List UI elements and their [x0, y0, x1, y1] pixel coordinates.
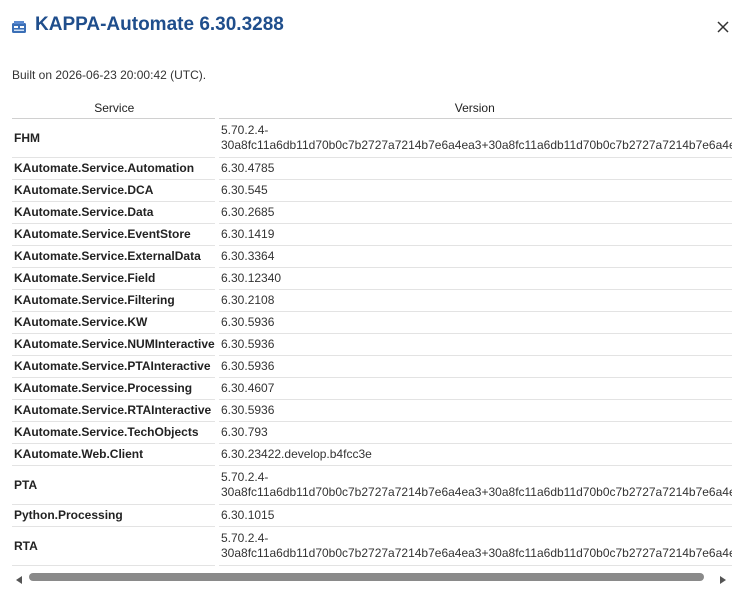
app-icon: [11, 19, 27, 35]
version-text: 6.30.1419: [221, 227, 275, 241]
version-cell: 6.30.1419: [216, 223, 732, 246]
version-text: 6.30.2685: [221, 205, 275, 219]
service-name-cell: KAutomate.Service.DCA: [12, 179, 219, 202]
version-text: 5.70.2.4-: [221, 531, 269, 545]
version-text: 6.30.5936: [221, 359, 275, 373]
version-text: 6.30.4785: [221, 161, 275, 175]
table-body: FHM 5.70.2.4- 30a8fc11a6db11d70b0c7b2727a7…: [12, 118, 732, 566]
table-row: KAutomate.Service.NUMInteractive 6.30.593…: [12, 333, 732, 356]
table-row: KAutomate.Service.Processing 6.30.4607: [12, 377, 732, 400]
service-name-cell: PTA: [12, 465, 219, 505]
table-row: KAutomate.Service.Field 6.30.12340: [12, 267, 732, 290]
table-row: KAutomate.Service.EventStore 6.30.1419: [12, 223, 732, 246]
version-cell: 6.30.12340: [216, 267, 732, 290]
version-cell: 5.70.2.4- 30a8fc11a6db11d70b0c7b2727a7214…: [216, 465, 732, 505]
service-name-cell: KAutomate.Service.Processing: [12, 377, 219, 400]
table-row: KAutomate.Service.ExternalData 6.30.3364: [12, 245, 732, 268]
table-row: Python.Processing 6.30.1015: [12, 504, 732, 527]
service-name-cell: KAutomate.Service.Automation: [12, 157, 219, 180]
table-row: KAutomate.Service.TechObjects 6.30.793: [12, 421, 732, 444]
version-text: 6.30.793: [221, 425, 268, 439]
version-text: 6.30.4607: [221, 381, 275, 395]
scroll-right-arrow-icon[interactable]: [718, 572, 728, 584]
dialog-header: KAPPA-Automate 6.30.3288: [0, 0, 743, 54]
table-row: KAutomate.Web.Client 6.30.23422.develop.b…: [12, 443, 732, 466]
column-header-version[interactable]: Version: [217, 98, 732, 119]
table-row: KAutomate.Service.Automation 6.30.4785: [12, 157, 732, 180]
version-text: 6.30.545: [221, 183, 268, 197]
version-cell: 6.30.5936: [216, 333, 732, 356]
table-row: KAutomate.Service.KW 6.30.5936: [12, 311, 732, 334]
dialog-title: KAPPA-Automate 6.30.3288: [35, 14, 284, 35]
version-cell: 5.70.2.4- 30a8fc11a6db11d70b0c7b2727a7214…: [216, 526, 732, 566]
table-row: FHM 5.70.2.4- 30a8fc11a6db11d70b0c7b2727a7…: [12, 118, 732, 158]
service-name-cell: KAutomate.Service.NUMInteractive: [12, 333, 219, 356]
service-name-cell: KAutomate.Service.Field: [12, 267, 219, 290]
service-name-cell: KAutomate.Service.Filtering: [12, 289, 219, 312]
service-name-cell: KAutomate.Service.TechObjects: [12, 421, 219, 444]
version-text: 6.30.12340: [221, 271, 282, 285]
service-name-cell: KAutomate.Service.KW: [12, 311, 219, 334]
service-name-cell: KAutomate.Service.RTAInteractive: [12, 399, 219, 422]
version-text: 6.30.2108: [221, 293, 275, 307]
version-text: 6.30.5936: [221, 403, 275, 417]
table-row: KAutomate.Service.DCA 6.30.545: [12, 179, 732, 202]
version-text: 30a8fc11a6db11d70b0c7b2727a7214b7e6a4ea3…: [221, 546, 732, 560]
version-text: 6.30.5936: [221, 337, 275, 351]
service-name-cell: Python.Processing: [12, 504, 219, 527]
version-cell: 6.30.1015: [216, 504, 732, 527]
table-row: RTA 5.70.2.4- 30a8fc11a6db11d70b0c7b2727a7…: [12, 526, 732, 566]
version-text: 6.30.23422.develop.b4fcc3e: [221, 447, 372, 461]
version-cell: 6.30.5936: [216, 355, 732, 378]
table-row: KAutomate.Service.RTAInteractive 6.30.593…: [12, 399, 732, 422]
service-name-cell: KAutomate.Service.PTAInteractive: [12, 355, 219, 378]
table-row: KAutomate.Service.PTAInteractive 6.30.593…: [12, 355, 732, 378]
versions-table-container[interactable]: Service Version FHM 5.70.2.4- 30a8fc11a6db…: [12, 98, 732, 567]
version-text: 5.70.2.4-: [221, 470, 269, 484]
table-row: KAutomate.Service.Data 6.30.2685: [12, 201, 732, 224]
service-name-cell: FHM: [12, 118, 219, 158]
version-cell: 5.70.2.4- 30a8fc11a6db11d70b0c7b2727a7214…: [216, 118, 732, 158]
version-cell: 6.30.545: [216, 179, 732, 202]
version-cell: 6.30.4607: [216, 377, 732, 400]
version-text: 6.30.1015: [221, 508, 275, 522]
version-text: 30a8fc11a6db11d70b0c7b2727a7214b7e6a4ea3…: [221, 138, 732, 152]
scroll-left-arrow-icon[interactable]: [14, 572, 24, 584]
horizontal-scrollbar[interactable]: [12, 570, 732, 584]
version-text: 6.30.5936: [221, 315, 275, 329]
version-text: 30a8fc11a6db11d70b0c7b2727a7214b7e6a4ea3…: [221, 485, 732, 499]
version-cell: 6.30.5936: [216, 311, 732, 334]
version-text: 5.70.2.4-: [221, 123, 269, 137]
column-header-service[interactable]: Service: [12, 98, 218, 119]
service-name-cell: RTA: [12, 526, 219, 566]
table-row: KAutomate.Service.Filtering 6.30.2108: [12, 289, 732, 312]
service-name-cell: KAutomate.Service.Data: [12, 201, 219, 224]
version-cell: 6.30.793: [216, 421, 732, 444]
close-icon[interactable]: [713, 17, 733, 37]
service-name-cell: KAutomate.Service.ExternalData: [12, 245, 219, 268]
version-cell: 6.30.3364: [216, 245, 732, 268]
versions-table: Service Version FHM 5.70.2.4- 30a8fc11a6db…: [12, 98, 732, 566]
version-cell: 6.30.5936: [216, 399, 732, 422]
table-row: PTA 5.70.2.4- 30a8fc11a6db11d70b0c7b2727a7…: [12, 465, 732, 505]
version-cell: 6.30.2685: [216, 201, 732, 224]
version-cell: 6.30.23422.develop.b4fcc3e: [216, 443, 732, 466]
version-cell: 6.30.2108: [216, 289, 732, 312]
service-name-cell: KAutomate.Service.EventStore: [12, 223, 219, 246]
table-header-row: Service Version: [12, 98, 732, 119]
service-name-cell: KAutomate.Web.Client: [12, 443, 219, 466]
build-info-text: Built on 2026-06-23 20:00:42 (UTC).: [12, 68, 207, 82]
version-cell: 6.30.4785: [216, 157, 732, 180]
scrollbar-thumb[interactable]: [29, 573, 704, 581]
version-text: 6.30.3364: [221, 249, 275, 263]
